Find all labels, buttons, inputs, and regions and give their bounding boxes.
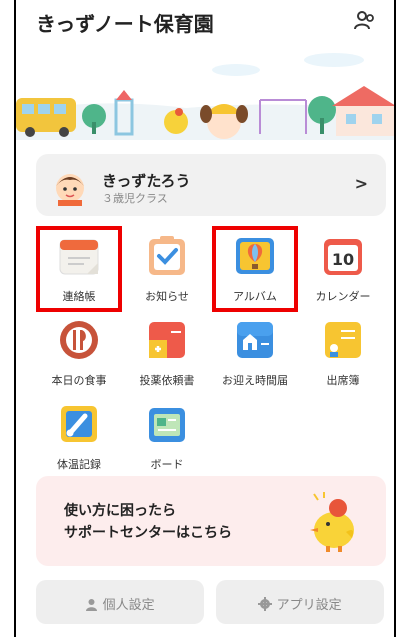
menu-item-meal[interactable]: 本日の食事 bbox=[36, 310, 122, 400]
calendar-icon: 10 bbox=[324, 239, 362, 275]
chevron-right-icon: > bbox=[354, 174, 368, 193]
menu-item-label: 本日の食事 bbox=[51, 374, 107, 387]
menu-item-label: お迎え時間届 bbox=[222, 374, 288, 387]
child-class: ３歳児クラス bbox=[102, 192, 168, 205]
menu-item-medicine[interactable]: 投薬依頼書 bbox=[124, 310, 210, 400]
user-switch-icon[interactable] bbox=[354, 10, 376, 30]
support-line-1: 使い方に困ったら bbox=[64, 503, 176, 519]
house-pickup-icon bbox=[237, 322, 273, 358]
menu-item-label: ボード bbox=[150, 458, 184, 471]
menu-item-label: カレンダー bbox=[315, 290, 371, 303]
menu-item-calendar[interactable]: 10 カレンダー bbox=[300, 226, 386, 316]
menu-item-pickup[interactable]: お迎え時間届 bbox=[212, 310, 298, 400]
medicine-form-icon bbox=[149, 322, 185, 358]
highlight-box-renrakucho bbox=[36, 226, 122, 312]
board-icon bbox=[149, 408, 185, 442]
support-line-2: サポートセンターはこちら bbox=[64, 525, 232, 541]
menu-item-board[interactable]: ボード bbox=[124, 394, 210, 484]
app-frame: きっずノート保育園 きっずたろう ３歳児クラス > 連絡帳 お知らせ アルバム … bbox=[14, 0, 396, 637]
menu-item-temperature[interactable]: 体温記録 bbox=[36, 394, 122, 484]
support-text: 使い方に困ったら サポートセンターはこちら bbox=[64, 500, 232, 544]
menu-item-oshirase[interactable]: お知らせ bbox=[124, 226, 210, 316]
menu-item-attendance[interactable]: 出席簿 bbox=[300, 310, 386, 400]
personal-settings-button[interactable]: 個人設定 bbox=[36, 580, 204, 624]
clipboard-check-icon bbox=[149, 236, 185, 275]
chick-mascot-icon bbox=[310, 492, 354, 552]
person-icon bbox=[86, 599, 98, 611]
thermometer-icon bbox=[61, 406, 97, 442]
attendance-icon bbox=[325, 322, 361, 358]
gear-icon bbox=[258, 597, 273, 611]
personal-settings-label: 個人設定 bbox=[102, 598, 155, 613]
child-name: きっずたろう bbox=[102, 172, 191, 190]
menu-item-label: 体温記録 bbox=[57, 458, 101, 471]
calendar-day-number: 10 bbox=[332, 250, 354, 269]
support-center-banner[interactable]: 使い方に困ったら サポートセンターはこちら bbox=[36, 476, 386, 566]
app-header: きっずノート保育園 bbox=[16, 0, 394, 42]
fork-knife-icon bbox=[60, 321, 98, 359]
app-title: きっずノート保育園 bbox=[36, 12, 214, 36]
menu-item-label: 出席簿 bbox=[326, 374, 360, 387]
menu-item-label: お知らせ bbox=[145, 290, 189, 303]
child-profile-card[interactable]: きっずたろう ３歳児クラス > bbox=[36, 154, 386, 216]
app-settings-button[interactable]: アプリ設定 bbox=[216, 580, 384, 624]
highlight-box-album bbox=[212, 226, 298, 312]
header-illustration bbox=[16, 53, 394, 140]
menu-item-label: 投薬依頼書 bbox=[139, 374, 195, 387]
app-settings-label: アプリ設定 bbox=[276, 598, 342, 613]
child-avatar bbox=[56, 174, 84, 206]
